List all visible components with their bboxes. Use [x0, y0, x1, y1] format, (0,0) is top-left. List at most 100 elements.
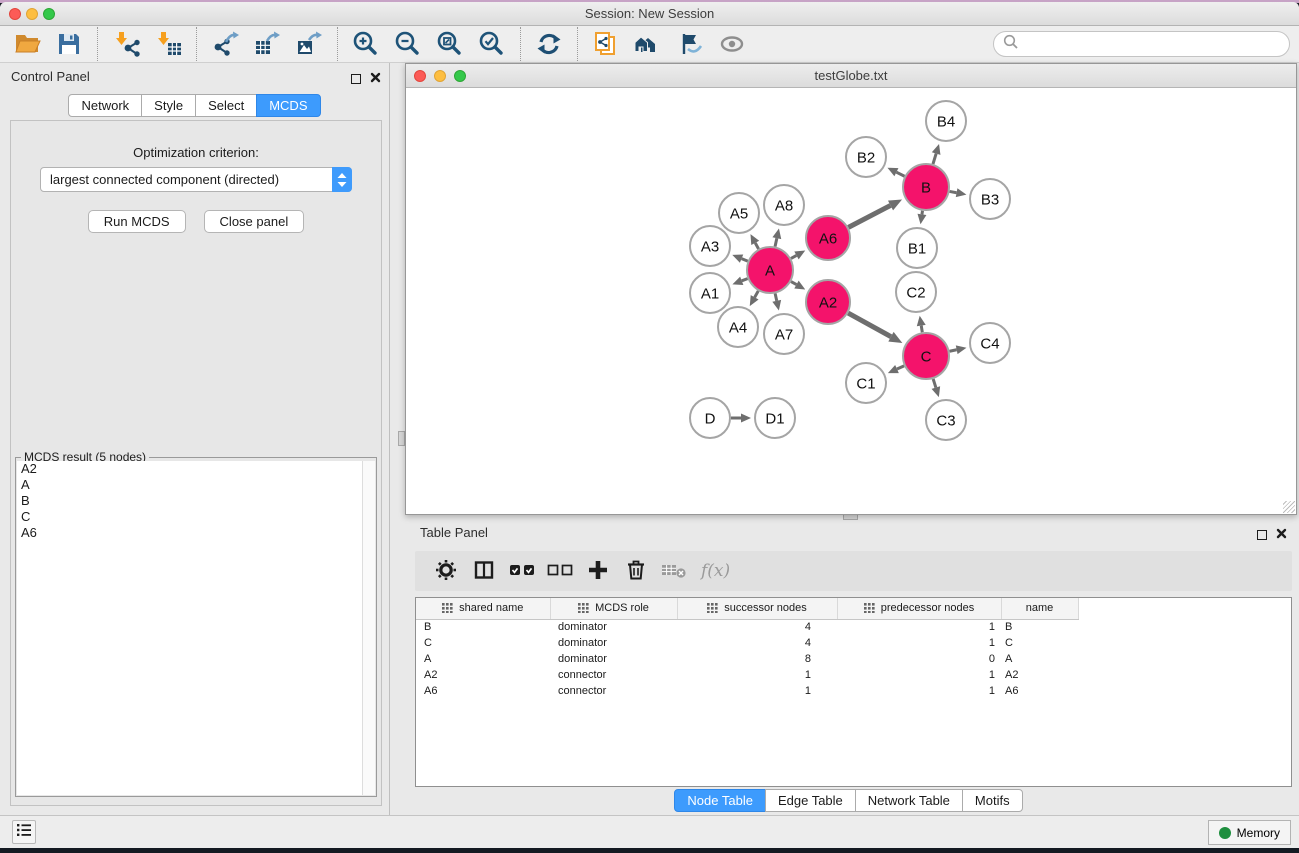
table-cell[interactable]: 1	[677, 667, 837, 683]
table-row[interactable]: Bdominator41B	[416, 619, 1291, 635]
graph-node-C[interactable]: C	[903, 333, 949, 379]
table-settings-button[interactable]	[429, 555, 463, 587]
graph-node-B4[interactable]: B4	[926, 101, 966, 141]
resize-corner[interactable]	[1283, 501, 1295, 513]
graph-edge-A-A4[interactable]	[750, 291, 759, 306]
table-cell[interactable]: dominator	[550, 635, 677, 651]
task-history-button[interactable]	[12, 820, 36, 844]
table-row[interactable]: Cdominator41C	[416, 635, 1291, 651]
graph-node-A4[interactable]: A4	[718, 307, 758, 347]
mcds-result-item[interactable]: C	[17, 509, 375, 525]
run-mcds-button[interactable]: Run MCDS	[88, 210, 186, 233]
graph-edge-D-D1[interactable]	[731, 414, 751, 423]
save-session-button[interactable]	[53, 28, 85, 60]
tab-motifs[interactable]: Motifs	[962, 789, 1023, 812]
add-column-button[interactable]	[581, 555, 615, 587]
col-mcds-role[interactable]: MCDS role	[550, 598, 677, 619]
table-row[interactable]: A2connector11A2	[416, 667, 1291, 683]
table-cell[interactable]: 8	[677, 651, 837, 667]
vertical-splitter-grip[interactable]	[398, 431, 405, 446]
graph-node-B3[interactable]: B3	[970, 179, 1010, 219]
table-cell[interactable]: A6	[1001, 683, 1078, 699]
mcds-result-list[interactable]: A2ABCA6	[17, 461, 375, 795]
graph-edge-C-C4[interactable]	[950, 345, 967, 354]
col-shared-name[interactable]: shared name	[416, 598, 550, 619]
graph-node-B[interactable]: B	[903, 164, 949, 210]
table-cell[interactable]: dominator	[550, 619, 677, 635]
graph-node-A5[interactable]: A5	[719, 193, 759, 233]
graph-edge-C-C2[interactable]	[917, 316, 926, 333]
tab-edge-table[interactable]: Edge Table	[765, 789, 856, 812]
table-cell[interactable]: C	[416, 635, 550, 651]
table-cell[interactable]: connector	[550, 667, 677, 683]
hide-selected-button[interactable]	[674, 28, 706, 60]
table-cell[interactable]: A	[1001, 651, 1078, 667]
graph-edge-A-A8[interactable]	[772, 228, 781, 246]
graph-edge-C-C3[interactable]	[932, 379, 941, 397]
graph-node-A8[interactable]: A8	[764, 185, 804, 225]
graph-node-C3[interactable]: C3	[926, 400, 966, 440]
table-row[interactable]: A6connector11A6	[416, 683, 1291, 699]
table-cell[interactable]: A	[416, 651, 550, 667]
graph-edge-A6-B[interactable]	[848, 199, 902, 227]
table-cell[interactable]: 1	[837, 619, 1001, 635]
table-cell[interactable]: 0	[837, 651, 1001, 667]
table-cell[interactable]: B	[1001, 619, 1078, 635]
table-cell[interactable]: B	[416, 619, 550, 635]
graph-edge-C-C1[interactable]	[888, 365, 904, 373]
graph-edge-B-B4[interactable]	[932, 144, 941, 164]
graph-edge-B-B3[interactable]	[950, 188, 967, 197]
graph-node-A6[interactable]: A6	[806, 216, 850, 260]
graph-node-A3[interactable]: A3	[690, 226, 730, 266]
graph-node-D[interactable]: D	[690, 398, 730, 438]
table-cell[interactable]: 4	[677, 619, 837, 635]
table-cell[interactable]: C	[1001, 635, 1078, 651]
zoom-out-button[interactable]	[392, 28, 424, 60]
graph-edge-A-A1[interactable]	[732, 277, 747, 285]
graph-node-C1[interactable]: C1	[846, 363, 886, 403]
table-row[interactable]: Adominator80A	[416, 651, 1291, 667]
float-panel-icon[interactable]	[351, 74, 361, 84]
mcds-result-item[interactable]: A6	[17, 525, 375, 541]
close-panel-icon[interactable]	[370, 70, 381, 88]
delete-table-button[interactable]	[657, 555, 691, 587]
list-scrollbar[interactable]	[362, 461, 375, 795]
col-predecessor-nodes[interactable]: predecessor nodes	[837, 598, 1001, 619]
table-cell[interactable]: connector	[550, 683, 677, 699]
graph-node-D1[interactable]: D1	[755, 398, 795, 438]
copy-network-button[interactable]	[590, 28, 622, 60]
select-all-button[interactable]	[505, 555, 539, 587]
tab-mcds[interactable]: MCDS	[256, 94, 320, 117]
float-table-panel-icon[interactable]	[1257, 530, 1267, 540]
table-cell[interactable]: 1	[837, 683, 1001, 699]
table-cell[interactable]: A2	[416, 667, 550, 683]
graph-edge-A-A3[interactable]	[732, 254, 747, 262]
tab-network[interactable]: Network	[68, 94, 142, 117]
graph-edge-B-B2[interactable]	[887, 168, 904, 177]
table-cell[interactable]: A2	[1001, 667, 1078, 683]
mcds-result-item[interactable]: A	[17, 477, 375, 493]
show-all-button[interactable]	[716, 28, 748, 60]
table-cell[interactable]: 1	[837, 635, 1001, 651]
col-successor-nodes[interactable]: successor nodes	[677, 598, 837, 619]
zoom-in-button[interactable]	[350, 28, 382, 60]
graph-node-C2[interactable]: C2	[896, 272, 936, 312]
tab-select[interactable]: Select	[195, 94, 257, 117]
export-image-button[interactable]	[293, 28, 325, 60]
graph-edge-A-A5[interactable]	[750, 234, 759, 249]
close-panel-button[interactable]: Close panel	[204, 210, 305, 233]
table-cell[interactable]: 4	[677, 635, 837, 651]
graph-node-A2[interactable]: A2	[806, 280, 850, 324]
optimization-criterion-select[interactable]: largest connected component (directed)	[40, 167, 352, 192]
export-table-button[interactable]	[251, 28, 283, 60]
mcds-result-item[interactable]: A2	[17, 461, 375, 477]
import-network-button[interactable]	[110, 28, 142, 60]
graph-node-C4[interactable]: C4	[970, 323, 1010, 363]
close-table-panel-icon[interactable]	[1276, 526, 1287, 544]
graph-edge-B-B1[interactable]	[918, 211, 927, 225]
zoom-fit-button[interactable]	[434, 28, 466, 60]
network-canvas[interactable]: B4B2BB3B1A5A8A6A3AA1A2C2A4A7C4CC1C3DD1	[406, 88, 1296, 514]
tab-style[interactable]: Style	[141, 94, 196, 117]
deselect-all-button[interactable]	[543, 555, 577, 587]
graph-edge-A-A7[interactable]	[772, 293, 781, 310]
